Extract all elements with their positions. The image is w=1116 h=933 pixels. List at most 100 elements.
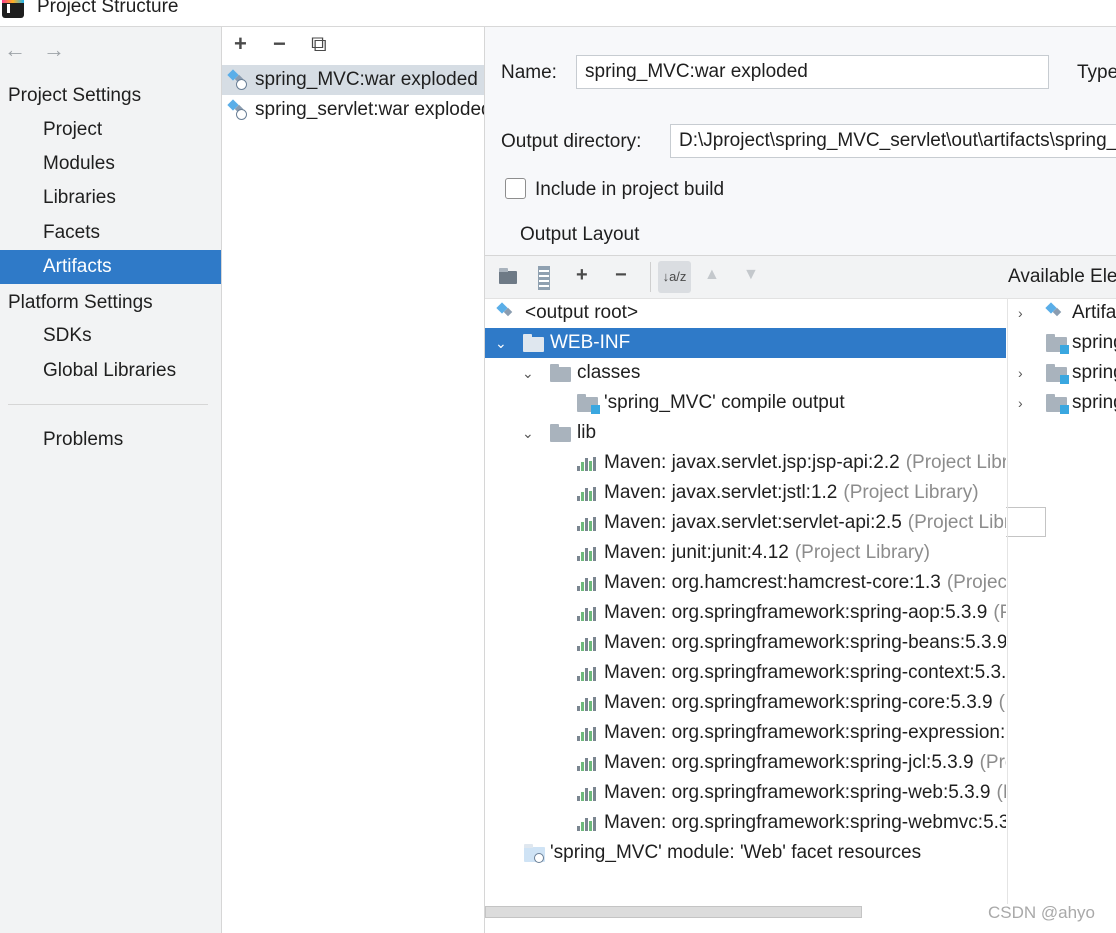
available-node-spring-mvc-servlet[interactable]: › spring_MVC_servlet	[1008, 388, 1116, 418]
available-node-spring-mvc[interactable]: spring_MVC	[1008, 328, 1116, 358]
tree-node-library[interactable]: Maven: org.springframework:spring-expres…	[485, 718, 1006, 748]
add-artifact-button[interactable]: +	[234, 31, 247, 57]
library-scope: (Project Library)	[907, 512, 1006, 533]
sidebar-item-project[interactable]: Project	[0, 113, 221, 147]
tree-node-library[interactable]: Maven: org.hamcrest:hamcrest-core:1.3 (Pr…	[485, 568, 1006, 598]
sidebar-item-facets[interactable]: Facets	[0, 216, 221, 250]
forward-arrow-icon[interactable]: →	[43, 37, 65, 63]
move-down-button[interactable]: ▼	[743, 266, 759, 284]
web-facet-icon	[524, 844, 545, 863]
library-name: Maven: org.springframework:spring-beans:…	[604, 632, 1006, 653]
sidebar-item-modules[interactable]: Modules	[0, 147, 221, 181]
add-copy-of-button[interactable]: +	[576, 264, 588, 287]
library-name: Maven: junit:junit:4.12	[604, 542, 789, 563]
tree-node-compile-output[interactable]: 'spring_MVC' compile output	[485, 388, 1006, 418]
section-header-platform-settings: Platform Settings	[8, 292, 153, 313]
library-name: Maven: org.springframework:spring-web:5.…	[604, 782, 991, 803]
sidebar-item-global-libraries[interactable]: Global Libraries	[0, 354, 221, 388]
sidebar-item-problems[interactable]: Problems	[0, 423, 221, 457]
tree-node-library[interactable]: Maven: org.springframework:spring-webmvc…	[485, 808, 1006, 838]
library-icon	[577, 455, 599, 471]
available-elements-label: Available Elements	[1008, 266, 1116, 287]
section-header-project-settings: Project Settings	[8, 85, 142, 106]
tree-node-facet-resources[interactable]: 'spring_MVC' module: 'Web' facet resourc…	[485, 838, 1006, 868]
back-arrow-icon[interactable]: ←	[4, 37, 26, 63]
available-elements-tree[interactable]: › Artifacts spring_MVC › spring_servlet …	[1007, 298, 1116, 904]
library-name: Maven: org.springframework:spring-contex…	[604, 662, 1006, 683]
library-label: Maven: javax.servlet.jsp:jsp-api:2.2 (Pro…	[604, 448, 1006, 478]
tree-node-output-root[interactable]: <output root>	[485, 298, 1006, 328]
library-icon	[577, 815, 599, 831]
library-icon	[577, 575, 599, 591]
tree-node-library[interactable]: Maven: org.springframework:spring-contex…	[485, 658, 1006, 688]
war-exploded-icon	[227, 69, 248, 90]
available-node-spring-servlet[interactable]: › spring_servlet	[1008, 358, 1116, 388]
library-name: Maven: javax.servlet:jstl:1.2	[604, 482, 838, 503]
chevron-down-icon[interactable]: ⌄	[495, 328, 507, 358]
chevron-right-icon[interactable]: ›	[1018, 358, 1023, 388]
library-label: Maven: javax.servlet:servlet-api:2.5 (Pro…	[604, 508, 1006, 538]
tree-node-library[interactable]: Maven: org.springframework:spring-core:5…	[485, 688, 1006, 718]
move-up-button[interactable]: ▲	[704, 266, 720, 284]
tree-node-web-inf[interactable]: ⌄ WEB-INF	[485, 328, 1006, 358]
artifact-label: spring_servlet:war exploded	[255, 99, 484, 120]
artifact-item-spring-servlet[interactable]: spring_servlet:war exploded	[222, 95, 484, 125]
sidebar-item-artifacts[interactable]: Artifacts	[0, 250, 221, 284]
tree-node-library[interactable]: Maven: javax.servlet:jstl:1.2 (Project Li…	[485, 478, 1006, 508]
library-scope: (Project Library)	[946, 572, 1006, 593]
library-label: Maven: junit:junit:4.12 (Project Library)	[604, 538, 930, 568]
remove-element-button[interactable]: −	[615, 264, 627, 287]
library-icon	[577, 605, 599, 621]
library-label: Maven: org.hamcrest:hamcrest-core:1.3 (Pr…	[604, 568, 1006, 598]
library-icon	[577, 785, 599, 801]
settings-sidebar: ← → Project Settings Project Modules Lib…	[0, 27, 222, 933]
library-label: Maven: org.springframework:spring-aop:5.…	[604, 598, 1006, 628]
tree-node-library[interactable]: Maven: javax.servlet:servlet-api:2.5 (Pro…	[485, 508, 1006, 538]
library-icon	[577, 665, 599, 681]
sidebar-item-sdks[interactable]: SDKs	[0, 319, 221, 353]
library-icon	[577, 515, 599, 531]
library-scope: (Project Library)	[993, 602, 1006, 623]
artifacts-toolbar: + − ⧉	[222, 27, 484, 63]
type-label: Type:	[1077, 62, 1116, 83]
tree-node-library[interactable]: Maven: javax.servlet.jsp:jsp-api:2.2 (Pro…	[485, 448, 1006, 478]
output-layout-tree[interactable]: <output root> ⌄ WEB-INF ⌄ classes 'sprin…	[485, 298, 1006, 904]
chevron-right-icon[interactable]: ›	[1018, 388, 1023, 418]
library-name: Maven: org.springframework:spring-aop:5.…	[604, 602, 988, 623]
chevron-right-icon[interactable]: ›	[1018, 298, 1023, 328]
artifact-item-spring-mvc[interactable]: spring_MVC:war exploded	[222, 65, 484, 95]
artifact-label: spring_MVC:war exploded	[255, 69, 478, 90]
tree-node-library[interactable]: Maven: org.springframework:spring-beans:…	[485, 628, 1006, 658]
output-directory-input[interactable]: D:\Jproject\spring_MVC_servlet\out\artif…	[670, 124, 1116, 158]
tree-node-lib[interactable]: ⌄ lib	[485, 418, 1006, 448]
library-name: Maven: org.hamcrest:hamcrest-core:1.3	[604, 572, 941, 593]
chevron-down-icon[interactable]: ⌄	[522, 418, 534, 448]
tree-node-classes[interactable]: ⌄ classes	[485, 358, 1006, 388]
create-archive-icon[interactable]	[538, 266, 550, 290]
scrollbar-thumb[interactable]	[485, 906, 862, 918]
intellij-logo-icon	[2, 0, 24, 18]
tree-node-library[interactable]: Maven: org.springframework:spring-web:5.…	[485, 778, 1006, 808]
name-input[interactable]: spring_MVC:war exploded	[576, 55, 1049, 89]
chevron-down-icon[interactable]: ⌄	[522, 358, 534, 388]
tree-node-library[interactable]: Maven: org.springframework:spring-jcl:5.…	[485, 748, 1006, 778]
folder-icon	[523, 334, 544, 352]
library-label: Maven: org.springframework:spring-beans:…	[604, 628, 1006, 658]
library-scope: (Project Library)	[998, 692, 1006, 713]
library-scope: (Project Library)	[979, 752, 1006, 773]
tree-node-library[interactable]: Maven: org.springframework:spring-aop:5.…	[485, 598, 1006, 628]
artifacts-list-panel: + − ⧉ spring_MVC:war exploded spring_ser…	[222, 27, 485, 933]
tree-node-library[interactable]: Maven: junit:junit:4.12 (Project Library)	[485, 538, 1006, 568]
folder-icon	[550, 424, 571, 442]
sort-elements-button[interactable]: ↓a/z	[658, 261, 691, 293]
tab-output-layout[interactable]: Output Layout	[520, 224, 639, 246]
include-in-build-checkbox[interactable]	[505, 178, 526, 199]
copy-artifact-button[interactable]: ⧉	[311, 31, 327, 57]
name-label: Name:	[501, 62, 557, 83]
sidebar-item-libraries[interactable]: Libraries	[0, 181, 221, 215]
watermark: CSDN @ahyo	[988, 903, 1096, 922]
remove-artifact-button[interactable]: −	[273, 31, 286, 57]
library-name: Maven: org.springframework:spring-expres…	[604, 722, 1006, 743]
available-node-artifacts[interactable]: › Artifacts	[1008, 298, 1116, 328]
create-directory-icon[interactable]	[499, 268, 517, 284]
